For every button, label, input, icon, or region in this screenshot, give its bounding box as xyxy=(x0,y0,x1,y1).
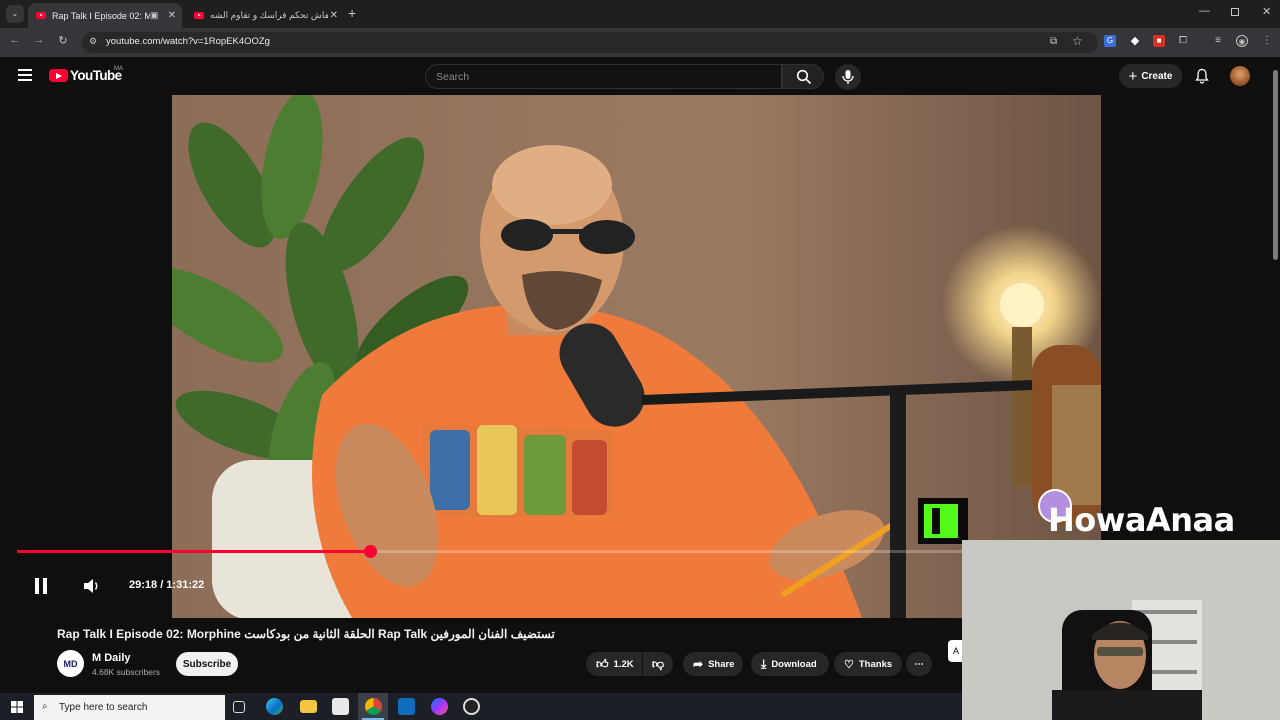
microphone-icon xyxy=(842,70,854,84)
file-explorer-icon[interactable] xyxy=(300,700,317,713)
progress-scrubber[interactable] xyxy=(364,545,377,558)
reload-icon[interactable]: ↻ xyxy=(55,34,71,47)
youtube-play-logo-icon xyxy=(49,69,68,82)
thanks-icon: ♡ xyxy=(844,658,854,671)
search-icon xyxy=(796,69,812,85)
subscriber-count: 4.68K subscribers xyxy=(92,667,161,677)
windows-taskbar: ⌕ Type here to search xyxy=(0,693,962,720)
subscribe-button[interactable]: Subscribe xyxy=(176,652,238,676)
close-tab-icon[interactable]: ✕ xyxy=(168,10,176,21)
kick-logo-icon xyxy=(918,498,968,544)
like-count: 1.2K xyxy=(613,658,634,670)
edge-browser-icon[interactable] xyxy=(266,698,283,715)
extension-diamond-icon[interactable]: ◆ xyxy=(1129,35,1141,47)
pause-icon[interactable] xyxy=(33,577,49,595)
notifications-bell-icon[interactable] xyxy=(1194,68,1210,84)
chrome-menu-icon[interactable]: ⋮ xyxy=(1261,35,1273,47)
voice-search-button[interactable] xyxy=(835,64,861,90)
country-code: MA xyxy=(114,66,123,72)
tab-search-button[interactable]: ⌄ xyxy=(6,5,24,23)
create-label: Create xyxy=(1141,70,1173,82)
search-icon: ⌕ xyxy=(42,701,48,712)
search-button[interactable] xyxy=(782,64,824,89)
plus-icon: + xyxy=(1128,67,1138,85)
close-window-button[interactable]: ✕ xyxy=(1262,5,1271,18)
streamer-webcam xyxy=(962,540,1280,720)
install-app-icon[interactable]: ⧉ xyxy=(1050,36,1057,47)
outlook-icon[interactable] xyxy=(398,698,415,715)
new-tab-button[interactable]: + xyxy=(348,5,356,21)
download-icon: ⤓ xyxy=(761,656,767,671)
player-time: 29:18 / 1:31:22 xyxy=(129,579,205,591)
tab-youtube-second[interactable]: كيفاش تحكم فراسك و تقاوم الشه ✕ xyxy=(186,3,344,28)
tab-title: كيفاش تحكم فراسك و تقاوم الشه xyxy=(210,10,328,20)
thanks-label: Thanks xyxy=(858,658,893,670)
url-text: youtube.com/watch?v=1RopEK4OOZg xyxy=(106,36,270,47)
restore-window-button[interactable] xyxy=(1231,8,1239,16)
more-horizontal-icon: ⋯ xyxy=(914,658,924,670)
youtube-favicon-icon xyxy=(194,12,204,19)
site-info-icon[interactable]: ⚙ xyxy=(89,36,97,47)
download-label: Download xyxy=(771,658,817,670)
address-bar[interactable]: ⚙ youtube.com/watch?v=1RopEK4OOZg ⧉ ☆ xyxy=(82,32,1098,53)
share-label: Share xyxy=(708,658,735,670)
channel-avatar[interactable]: MD xyxy=(57,650,84,677)
obs-studio-icon[interactable] xyxy=(463,698,480,715)
picture-in-picture-icon: ▣ xyxy=(150,10,159,20)
channel-name[interactable]: M Daily xyxy=(92,652,131,664)
user-avatar[interactable] xyxy=(1230,66,1250,86)
search-input[interactable]: Search xyxy=(425,64,782,89)
thumbs-up-icon: 👍︎ xyxy=(596,656,609,671)
youtube-favicon-icon xyxy=(36,12,46,19)
tab-title: Rap Talk I Episode 02: Morp xyxy=(52,10,150,21)
minimize-window-button[interactable]: — xyxy=(1199,5,1210,17)
search-placeholder: Search xyxy=(436,71,470,83)
browser-toolbar: ← → ↻ ⚙ youtube.com/watch?v=1RopEK4OOZg … xyxy=(0,28,1280,57)
extensions-puzzle-icon[interactable]: ⧠ xyxy=(1177,35,1189,47)
scrollbar-thumb[interactable] xyxy=(1273,70,1278,260)
back-icon[interactable]: ← xyxy=(7,34,23,46)
create-button[interactable]: + Create xyxy=(1119,64,1182,88)
messenger-icon[interactable] xyxy=(431,698,448,715)
close-tab-icon[interactable]: ✕ xyxy=(330,10,338,21)
reading-list-icon[interactable]: ≡ xyxy=(1212,35,1224,47)
extension-red-icon[interactable]: ■ xyxy=(1153,35,1165,47)
webcam-image xyxy=(962,540,1280,720)
microsoft-store-icon[interactable] xyxy=(332,698,349,715)
youtube-header: YouTube MA Search + Create xyxy=(0,57,1270,95)
chrome-browser-icon[interactable] xyxy=(365,698,382,715)
thumbs-down-icon: 👎︎ xyxy=(651,656,665,671)
dislike-button[interactable]: 👎︎ xyxy=(643,652,673,676)
volume-icon[interactable] xyxy=(83,578,101,594)
video-title: Rap Talk I Episode 02: Morphine الحلقة ا… xyxy=(57,627,555,641)
like-button[interactable]: 👍︎ 1.2K xyxy=(586,652,642,676)
progress-bar-played xyxy=(17,550,370,553)
more-actions-button[interactable]: ⋯ xyxy=(906,652,932,676)
download-button[interactable]: ⤓ Download xyxy=(751,652,829,676)
hamburger-menu-icon[interactable] xyxy=(18,69,32,81)
overlay-brand-text: HowaAnaa xyxy=(1048,501,1235,539)
taskbar-search-placeholder: Type here to search xyxy=(59,702,148,713)
share-button[interactable]: ➦ Share xyxy=(683,652,743,676)
forward-icon[interactable]: → xyxy=(31,34,47,46)
translate-extension-icon[interactable]: G xyxy=(1104,35,1116,47)
share-icon: ➦ xyxy=(693,657,704,671)
task-view-icon[interactable] xyxy=(233,701,245,713)
stream-brand-overlay: HowaAnaa xyxy=(918,489,1280,544)
thanks-button[interactable]: ♡ Thanks xyxy=(834,652,902,676)
browser-tab-strip: ⌄ Rap Talk I Episode 02: Morp ▣ ✕ كيفاش … xyxy=(0,0,1280,28)
profile-icon[interactable]: ◉ xyxy=(1236,35,1248,47)
tab-youtube-rap-talk[interactable]: Rap Talk I Episode 02: Morp ▣ ✕ xyxy=(28,3,182,28)
bookmark-star-icon[interactable]: ☆ xyxy=(1072,34,1083,48)
windows-start-icon[interactable] xyxy=(11,701,23,713)
taskbar-search-input[interactable]: ⌕ Type here to search xyxy=(34,695,225,720)
